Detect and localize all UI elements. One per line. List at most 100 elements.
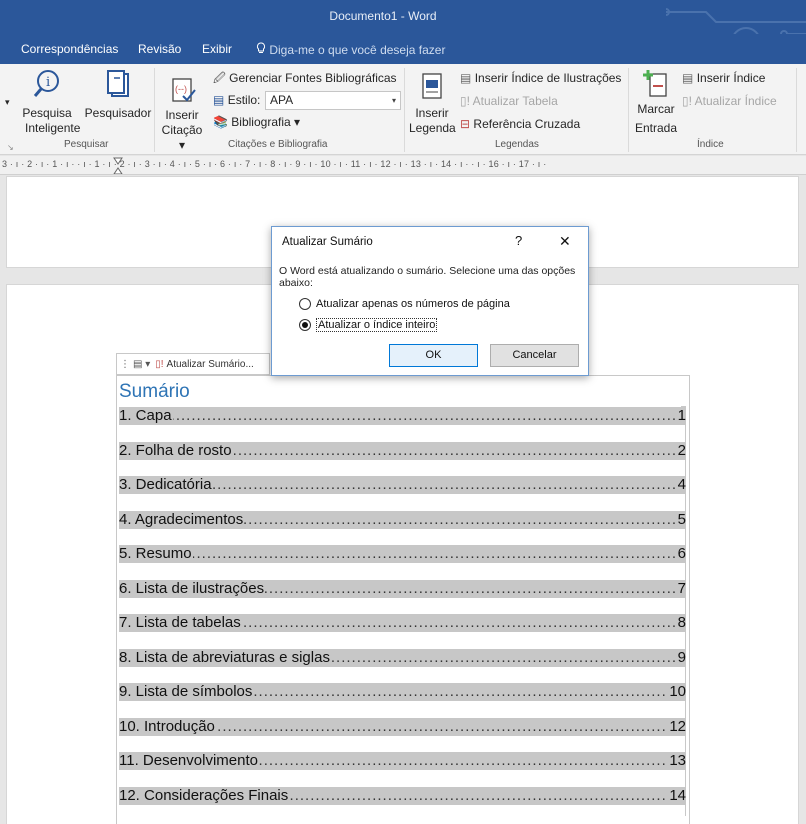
insert-citation-icon: (--) — [172, 78, 196, 102]
cancel-button[interactable]: Cancelar — [490, 344, 579, 367]
group-separator — [796, 68, 797, 152]
toc-entry[interactable]: ........................................… — [119, 787, 686, 805]
svg-text:(--): (--) — [175, 84, 187, 94]
radio-entire-table[interactable]: Atualizar o índice inteiro — [299, 317, 569, 333]
toc-entry[interactable]: ........................................… — [119, 442, 686, 460]
radio-circle[interactable] — [299, 298, 311, 310]
toc-entry-page: 12 — [667, 718, 686, 736]
office-circuit-decoration — [666, 8, 806, 34]
chevron-down-icon: ▾ — [391, 96, 396, 105]
mark-entry-label-2: Entrada — [635, 121, 678, 135]
update-toc-dialog: Atualizar Sumário ? ✕ O Word está atuali… — [271, 226, 589, 376]
update-table-button[interactable]: ▯! Atualizar Tabela — [460, 93, 558, 109]
toc-entry-label: 8. Lista de abreviaturas e siglas — [119, 649, 331, 667]
toc-entry[interactable]: ........................................… — [119, 752, 686, 770]
cross-reference-button[interactable]: ⊟ Referência Cruzada — [460, 116, 580, 132]
toc-entry[interactable]: ........................................… — [119, 614, 686, 632]
radio-label-page-numbers[interactable]: Atualizar apenas os números de página — [316, 298, 510, 310]
toc-entry[interactable]: ........................................… — [119, 511, 686, 529]
toc-control-handle[interactable]: ⋮ ▤ ▾ ▯! Atualizar Sumário... — [116, 353, 270, 375]
toc-entry-label: 7. Lista de tabelas — [119, 614, 242, 632]
ok-button[interactable]: OK — [389, 344, 478, 367]
dialog-message: O Word está atualizando o sumário. Selec… — [279, 265, 576, 289]
smart-lookup-icon: i — [33, 70, 59, 97]
group-label-legendas: Legendas — [495, 139, 539, 150]
toc-entry-label: 6. Lista de ilustrações — [119, 580, 266, 598]
ribbon-tabs: Correspondências Revisão Exibir Diga-me … — [0, 34, 806, 64]
researcher-button[interactable]: Pesquisador — [84, 68, 152, 121]
ribbon-references: ▾ i Pesquisa Inteligente Pesquisador Pes… — [0, 64, 806, 155]
toc-leader-dots: ........................................… — [119, 545, 686, 562]
update-table-label: Atualizar Tabela — [472, 94, 558, 108]
insert-index-label: Inserir Índice — [696, 71, 766, 85]
smart-lookup-button[interactable]: i Pesquisa — [22, 68, 72, 121]
mark-entry-icon — [643, 70, 667, 97]
scroll-left-icon[interactable]: ▾ — [5, 94, 10, 110]
update-table-icon: ▯! — [460, 94, 470, 108]
insert-table-figures-label: Inserir Índice de Ilustrações — [474, 71, 622, 85]
toc-entry-label: 4. Agradecimentos — [119, 511, 245, 529]
horizontal-ruler[interactable]: 3 · ı · 2 · ı · 1 · ı · · ı · 1 · ı · 2 … — [0, 156, 806, 175]
dialog-launcher-icon[interactable]: ↘ — [7, 140, 14, 156]
radio-circle-selected[interactable] — [299, 319, 311, 331]
toc-entry-label: 12. Considerações Finais — [119, 787, 290, 805]
toc-entry-page: 6 — [675, 545, 686, 563]
toc-entry[interactable]: ........................................… — [119, 545, 686, 563]
toc-entry[interactable]: ........................................… — [119, 718, 686, 736]
group-separator — [404, 68, 405, 152]
update-index-icon: ▯! — [682, 94, 692, 108]
toc-entry-page: 5 — [675, 511, 686, 529]
update-index-button[interactable]: ▯! Atualizar Índice — [682, 93, 777, 109]
bibliography-button[interactable]: 📚 Bibliografia ▾ — [213, 114, 300, 130]
toc-entry[interactable]: ........................................… — [119, 580, 686, 598]
toc-entry-page: 4 — [675, 476, 686, 494]
lightbulb-icon — [256, 42, 266, 53]
bibliography-icon: 📚 — [213, 115, 228, 129]
toc-entry-page: 7 — [675, 580, 686, 598]
insert-caption-icon — [422, 73, 442, 99]
close-button[interactable]: ✕ — [559, 233, 571, 250]
toc-entry[interactable]: ........................................… — [119, 407, 686, 425]
insert-table-figures-button[interactable]: ▤ Inserir Índice de Ilustrações — [460, 70, 621, 86]
window-title: Documento1 - Word — [329, 9, 437, 23]
cross-reference-label: Referência Cruzada — [473, 117, 581, 131]
toc-entry[interactable]: ........................................… — [119, 476, 686, 494]
toc-entry-label: 11. Desenvolvimento — [119, 752, 259, 770]
insert-caption-label-1: Inserir — [415, 106, 449, 120]
radio-label-entire-table[interactable]: Atualizar o índice inteiro — [316, 318, 438, 332]
bibliography-label: Bibliografia — [231, 115, 291, 129]
style-label-group: ▤ Estilo: — [213, 92, 260, 108]
toc-entry-label: 3. Dedicatória — [119, 476, 213, 494]
radio-page-numbers-only[interactable]: Atualizar apenas os números de página — [299, 296, 569, 312]
tab-revisao[interactable]: Revisão — [138, 42, 181, 56]
style-dropdown[interactable]: APA ▾ — [265, 91, 401, 110]
manage-sources-button[interactable]: 🖉 Gerenciar Fontes Bibliográficas — [213, 70, 397, 86]
insert-index-button[interactable]: ▤ Inserir Índice — [682, 70, 765, 86]
insert-index-icon: ▤ — [682, 71, 694, 85]
tellme-box[interactable]: Diga-me o que você deseja fazer — [256, 42, 445, 57]
cross-reference-icon: ⊟ — [460, 117, 471, 131]
toc-entry[interactable]: ........................................… — [119, 683, 686, 701]
mark-entry-button[interactable]: Marcar — [634, 68, 678, 117]
help-button[interactable]: ? — [515, 233, 522, 248]
style-label: Estilo: — [227, 93, 261, 107]
style-icon: ▤ — [213, 93, 225, 107]
toc-entry[interactable]: ........................................… — [119, 649, 686, 667]
update-toc-button[interactable]: Atualizar Sumário... — [167, 359, 254, 370]
toc-entry-page: 8 — [675, 614, 686, 632]
dialog-title: Atualizar Sumário — [282, 236, 373, 248]
smart-lookup-label-1: Pesquisa — [22, 106, 72, 120]
insert-caption-button[interactable]: Inserir Legenda — [409, 72, 456, 136]
smart-lookup-label-2: Inteligente — [25, 121, 81, 135]
tab-exibir[interactable]: Exibir — [202, 42, 232, 56]
group-separator — [154, 68, 155, 152]
tab-correspondencias[interactable]: Correspondências — [21, 42, 118, 56]
drag-handle-icon[interactable]: ⋮ — [120, 359, 130, 370]
toc-entry-label: 5. Resumo — [119, 545, 193, 563]
toc-leader-dots: ........................................… — [119, 407, 686, 424]
manage-sources-label: Gerenciar Fontes Bibliográficas — [229, 71, 397, 85]
toc-entry-page: 14 — [667, 787, 686, 805]
toc-menu-icon[interactable]: ▤ ▾ — [133, 359, 150, 370]
indent-marker-icon[interactable] — [113, 157, 123, 175]
insert-citation-button[interactable]: (--) Inserir Citação ▾ — [160, 78, 204, 153]
